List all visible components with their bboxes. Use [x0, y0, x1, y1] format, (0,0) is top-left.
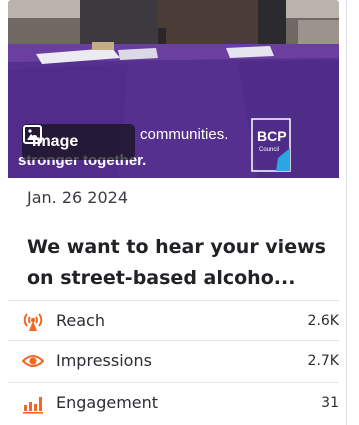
metric-label-reach: Reach: [56, 311, 105, 330]
metric-row-engagement: Engagement 31: [8, 382, 339, 422]
broadcast-icon: [23, 312, 43, 331]
post-card[interactable]: communities. stronger together. BCP Coun…: [0, 0, 347, 425]
metric-row-impressions: Impressions 2.7K: [8, 340, 339, 380]
logo-text: BCP: [257, 128, 287, 144]
metric-label-engagement: Engagement: [56, 393, 159, 412]
bar-chart-icon: [23, 396, 43, 414]
metric-value-reach: 2.6K: [307, 312, 339, 329]
banner-text-line1: communities.: [140, 126, 228, 143]
metric-value-engagement: 31: [321, 394, 339, 411]
metric-row-reach: Reach 2.6K: [8, 300, 339, 340]
post-title[interactable]: We want to hear your views on street-bas…: [27, 232, 342, 294]
image-icon: [23, 125, 42, 144]
metric-label-impressions: Impressions: [56, 351, 152, 370]
image-type-badge: Image: [22, 124, 135, 160]
metric-value-impressions: 2.7K: [307, 352, 339, 369]
eye-icon: [22, 354, 44, 367]
logo-subtext: Council: [259, 147, 279, 153]
post-image[interactable]: communities. stronger together. BCP Coun…: [8, 0, 339, 178]
post-date: Jan. 26 2024: [27, 188, 128, 207]
